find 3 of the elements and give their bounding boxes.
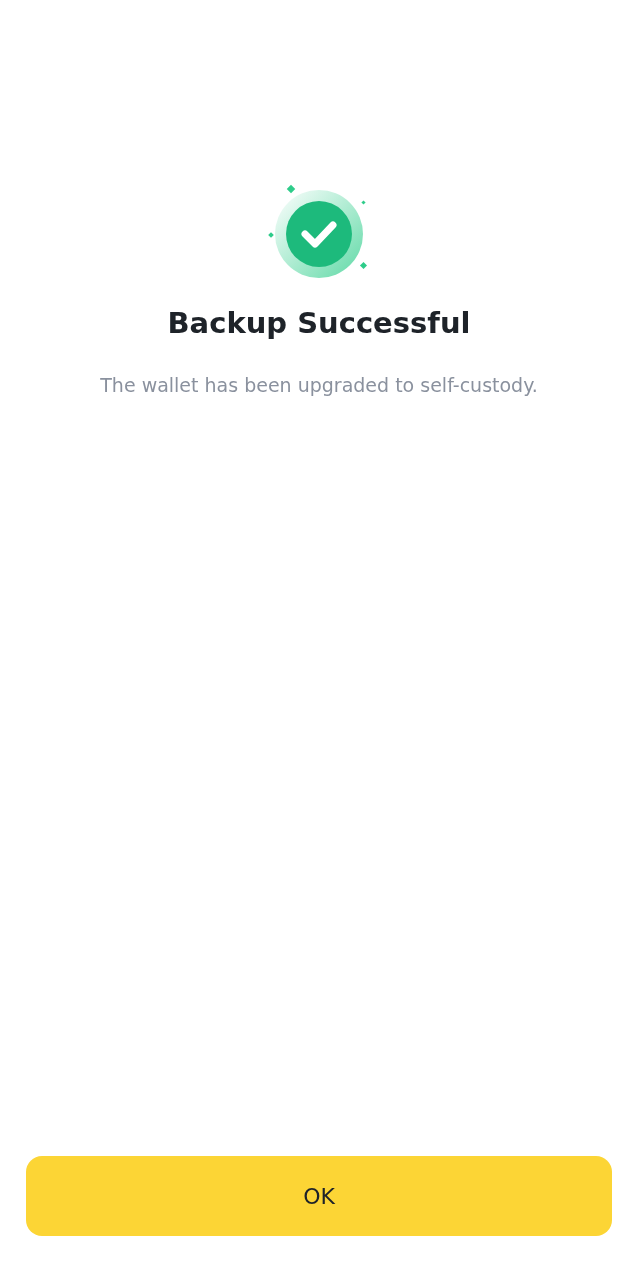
result-message: The wallet has been upgraded to self-custody. [100,374,538,396]
result-title: Backup Successful [167,306,471,340]
ok-button[interactable]: OK [26,1156,612,1236]
